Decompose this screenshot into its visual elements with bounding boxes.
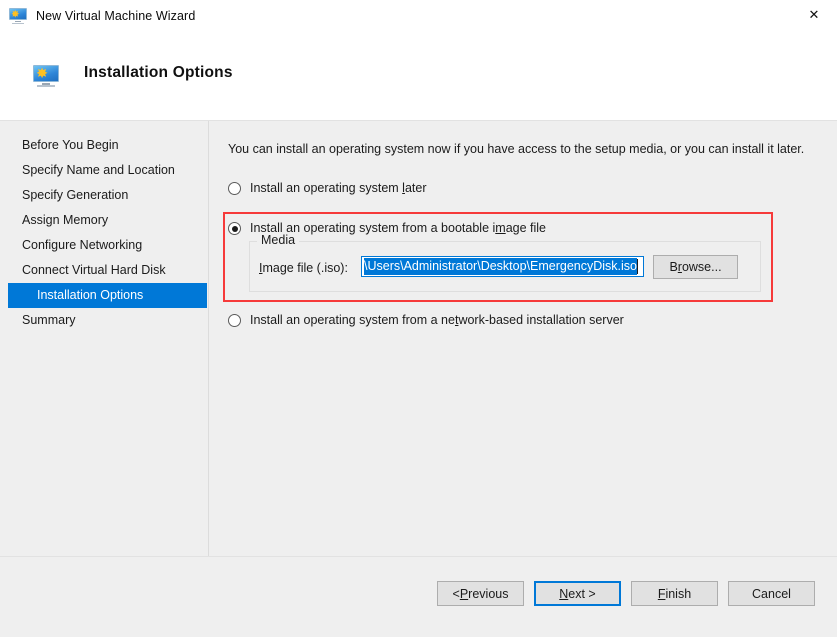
sidebar-item-before-you-begin[interactable]: Before You Begin [0,133,208,158]
wizard-main-panel: You can install an operating system now … [209,121,837,556]
window-title: New Virtual Machine Wizard [36,9,195,23]
sidebar-item-summary[interactable]: Summary [0,308,208,333]
sidebar-item-specify-generation[interactable]: Specify Generation [0,183,208,208]
radio-mark-install-from-image[interactable] [228,222,241,235]
sidebar-item-installation-options[interactable]: Installation Options [8,283,207,308]
text-caret [637,259,638,274]
wizard-steps-sidebar: Before You Begin Specify Name and Locati… [0,133,208,333]
radio-mark-install-later[interactable] [228,182,241,195]
previous-button[interactable]: < Previous [437,581,524,606]
radio-label-install-later: Install an operating system later [250,181,427,195]
sidebar-item-specify-name-and-location[interactable]: Specify Name and Location [0,158,208,183]
browse-button[interactable]: Browse... [653,255,738,279]
radio-install-later[interactable]: Install an operating system later [228,181,427,195]
radio-mark-install-from-network[interactable] [228,314,241,327]
sidebar-item-assign-memory[interactable]: Assign Memory [0,208,208,233]
wizard-header-icon [33,65,59,87]
image-file-label: Image file (.iso): [259,261,348,275]
next-button[interactable]: Next > [534,581,621,606]
image-file-input-value: \Users\Administrator\Desktop\EmergencyDi… [364,258,637,275]
intro-text: You can install an operating system now … [228,141,808,157]
window-title-bar: New Virtual Machine Wizard ✕ [0,0,837,32]
radio-install-from-network[interactable]: Install an operating system from a netwo… [228,313,624,327]
media-group-legend: Media [257,233,299,247]
cancel-button[interactable]: Cancel [728,581,815,606]
image-file-input[interactable]: \Users\Administrator\Desktop\EmergencyDi… [361,256,644,277]
close-icon[interactable]: ✕ [791,0,837,31]
wizard-header: Installation Options [0,32,837,120]
wizard-footer: < Previous Next > Finish Cancel [0,557,837,637]
sidebar-item-configure-networking[interactable]: Configure Networking [0,233,208,258]
window-icon [9,8,27,24]
finish-button[interactable]: Finish [631,581,718,606]
sidebar-item-connect-virtual-hard-disk[interactable]: Connect Virtual Hard Disk [0,258,208,283]
radio-label-install-from-network: Install an operating system from a netwo… [250,313,624,327]
page-title: Installation Options [84,64,233,82]
